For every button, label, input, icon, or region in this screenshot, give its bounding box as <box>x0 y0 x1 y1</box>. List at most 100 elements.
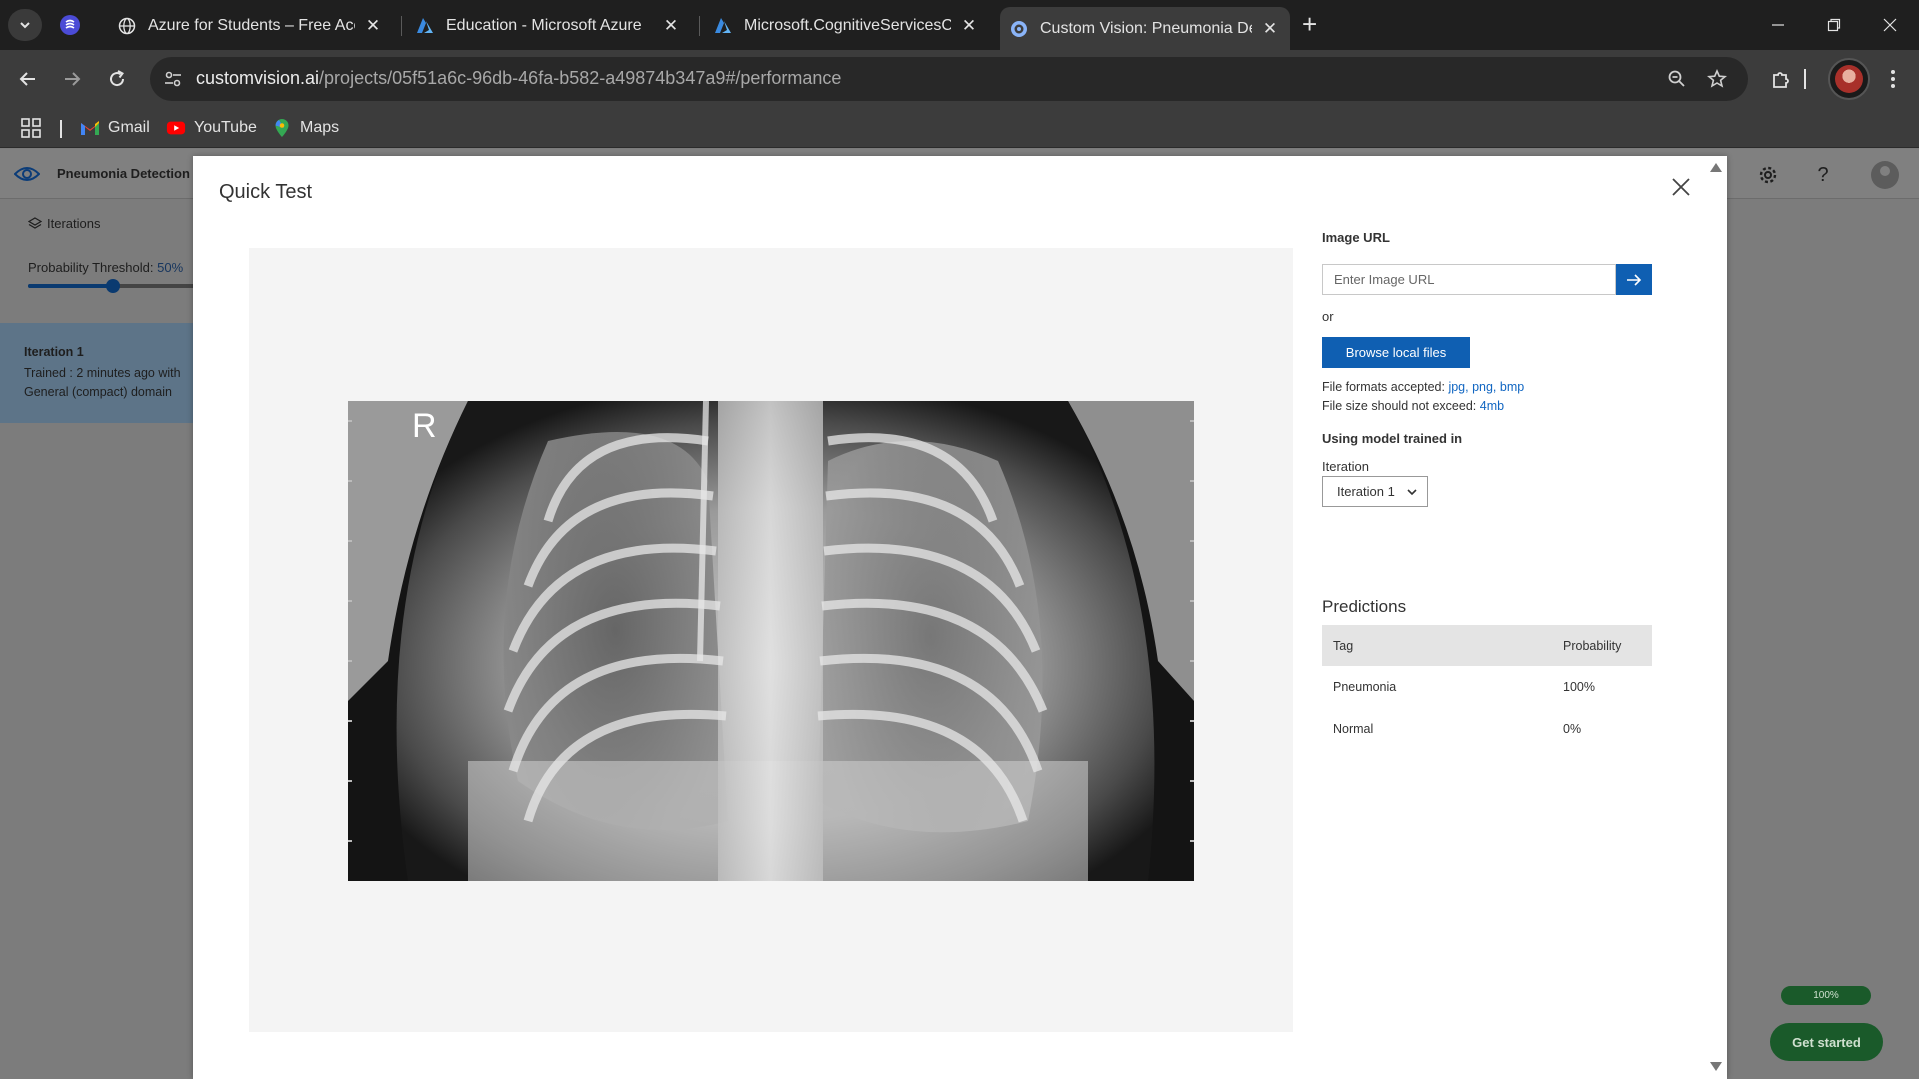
youtube-icon <box>166 118 186 138</box>
close-tab-icon[interactable]: ✕ <box>363 16 383 36</box>
layers-icon <box>28 216 42 229</box>
iteration-domain: General (compact) domain <box>24 385 172 399</box>
close-tab-icon[interactable]: ✕ <box>959 16 979 36</box>
file-formats-label: File formats accepted: <box>1322 380 1445 394</box>
restore-icon <box>1827 18 1841 32</box>
zoom-icon[interactable] <box>1666 68 1688 90</box>
tab-custom-vision[interactable]: Custom Vision: Pneumonia Detection ✕ <box>1000 7 1290 50</box>
table-row: Normal 0% <box>1322 708 1652 750</box>
address-bar[interactable]: customvision.ai/projects/05f51a6c-96db-4… <box>150 57 1748 101</box>
prediction-tag: Normal <box>1333 722 1374 736</box>
eye-icon[interactable] <box>13 164 41 184</box>
tab-education-azure[interactable]: Education - Microsoft Azure ✕ <box>406 7 691 44</box>
arrow-left-icon <box>19 72 35 86</box>
threshold-text: Probability Threshold: <box>28 260 154 275</box>
bookmark-maps[interactable]: Maps <box>272 116 339 140</box>
iterations-header: Iterations <box>28 216 100 231</box>
azure-icon <box>416 17 434 35</box>
apps-button[interactable] <box>21 116 41 140</box>
bookmark-gmail[interactable]: Gmail <box>80 116 150 140</box>
quick-test-dialog: Quick Test R Image URL Enter Image URL o… <box>193 156 1727 1079</box>
predictions-title: Predictions <box>1322 597 1407 616</box>
xray-side-marker: R <box>412 407 437 445</box>
back-button[interactable] <box>13 64 43 94</box>
tab-title: Azure for Students – Free Account <box>148 16 355 34</box>
more-vertical-icon <box>1891 70 1895 88</box>
reload-icon <box>110 70 125 87</box>
toolbar-divider <box>1800 64 1810 94</box>
site-settings-icon[interactable] <box>162 68 184 90</box>
tab-separator <box>699 16 700 36</box>
submit-url-button[interactable] <box>1616 264 1652 295</box>
settings-icon[interactable] <box>1755 162 1781 188</box>
browse-local-files-button[interactable]: Browse local files <box>1322 337 1470 368</box>
scroll-down-arrow-icon[interactable] <box>1709 1060 1723 1072</box>
scroll-up-arrow-icon[interactable] <box>1709 160 1723 172</box>
minimize-icon <box>1772 24 1784 26</box>
profile-avatar-button[interactable] <box>1828 58 1870 100</box>
tab-title: Microsoft.CognitiveServicesCustomVision <box>744 16 951 34</box>
tab-cognitive-services[interactable]: Microsoft.CognitiveServicesCustomVision … <box>704 7 989 44</box>
custom-vision-icon <box>1010 20 1028 38</box>
image-url-input[interactable] <box>1322 264 1616 295</box>
table-row: Pneumonia 100% <box>1322 666 1652 708</box>
forward-button[interactable] <box>57 64 87 94</box>
minimize-button[interactable] <box>1750 0 1806 50</box>
threshold-value: 50% <box>157 260 184 275</box>
close-window-button[interactable] <box>1862 0 1918 50</box>
new-tab-button[interactable]: + <box>1302 11 1317 37</box>
column-header-probability: Probability <box>1563 625 1652 666</box>
project-name[interactable]: Pneumonia Detection <box>57 166 190 181</box>
browser-menu-button[interactable] <box>1878 64 1908 94</box>
file-size-note: File size should not exceed: 4mb <box>1322 399 1504 413</box>
bookmark-label: Gmail <box>108 119 150 136</box>
iteration-label: Iteration <box>1322 459 1369 474</box>
iteration-dropdown[interactable]: Iteration 1 <box>1322 476 1428 507</box>
browser-tab-bar: Azure for Students – Free Account ✕ Educ… <box>0 0 1919 50</box>
iterations-label: Iterations <box>47 216 101 231</box>
user-avatar[interactable] <box>1871 161 1899 189</box>
model-label: Using model trained in <box>1322 431 1463 446</box>
apps-grid-icon <box>21 118 41 138</box>
stacked-s-icon <box>60 15 80 35</box>
close-tab-icon[interactable]: ✕ <box>661 16 681 36</box>
chest-xray-image: R <box>348 401 1194 881</box>
bookmark-youtube[interactable]: YouTube <box>166 116 257 140</box>
tab-search-button[interactable] <box>8 9 42 41</box>
url-text[interactable]: customvision.ai/projects/05f51a6c-96db-4… <box>196 68 841 89</box>
chevron-down-icon <box>20 22 30 29</box>
puzzle-icon <box>1773 72 1789 88</box>
close-icon[interactable] <box>1668 174 1694 200</box>
browser-toolbar: customvision.ai/projects/05f51a6c-96db-4… <box>0 50 1919 108</box>
close-icon <box>1883 18 1897 32</box>
bookmark-label: YouTube <box>194 119 257 136</box>
bookmarks-bar: Gmail YouTube Maps <box>0 108 1919 148</box>
url-host: customvision.ai <box>196 68 320 88</box>
tab-title: Custom Vision: Pneumonia Detection <box>1040 19 1252 37</box>
tab-separator <box>401 16 402 36</box>
tab-title: Education - Microsoft Azure <box>446 16 642 34</box>
file-formats-note: File formats accepted: jpg, png, bmp <box>1322 380 1524 394</box>
extension-tab-icon[interactable] <box>58 13 82 37</box>
tab-azure-students[interactable]: Azure for Students – Free Account ✕ <box>108 7 393 44</box>
file-size-label: File size should not exceed: <box>1322 399 1477 413</box>
threshold-slider-thumb[interactable] <box>106 279 120 293</box>
get-started-button[interactable]: Get started <box>1770 1023 1883 1061</box>
file-formats-value: jpg, png, bmp <box>1448 380 1525 394</box>
bookmark-label: Maps <box>300 119 340 136</box>
iteration-list-item[interactable]: Iteration 1 Trained : 2 minutes ago with… <box>0 323 195 423</box>
globe-icon <box>118 17 136 35</box>
help-icon[interactable]: ? <box>1810 162 1836 188</box>
reload-button[interactable] <box>102 64 132 94</box>
bookmark-star-icon[interactable] <box>1706 68 1728 90</box>
extensions-button[interactable] <box>1766 64 1796 94</box>
close-tab-icon[interactable]: ✕ <box>1260 19 1280 39</box>
restore-button[interactable] <box>1806 0 1862 50</box>
quick-test-controls: Image URL or Browse local files File for… <box>1322 156 1662 1056</box>
threshold-label: Probability Threshold: 50% <box>28 260 183 275</box>
chevron-down-icon <box>1407 489 1417 496</box>
dialog-title: Quick Test <box>219 181 312 203</box>
threshold-slider[interactable] <box>28 279 198 293</box>
iteration-name: Iteration 1 <box>24 345 84 359</box>
gmail-icon <box>80 118 100 138</box>
